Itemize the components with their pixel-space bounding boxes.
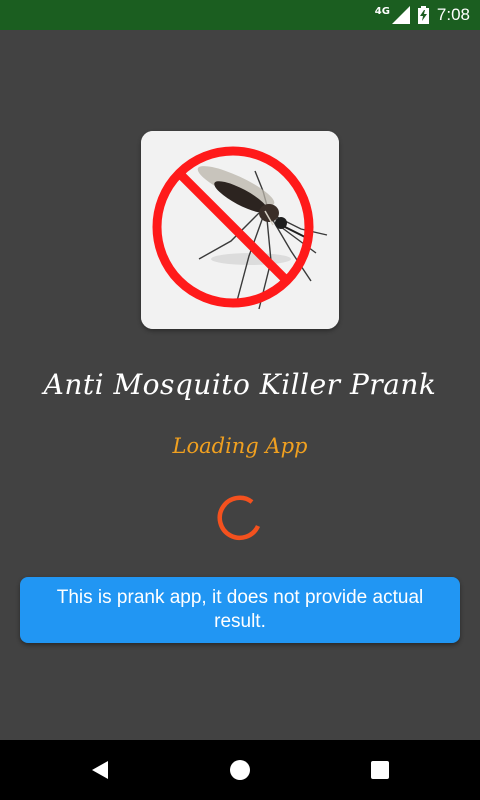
loading-label: Loading App — [172, 434, 308, 458]
app-title: Anti Mosquito Killer Prank — [43, 368, 437, 401]
no-mosquito-icon — [141, 131, 339, 329]
status-bar: 4G 7:08 — [0, 0, 480, 30]
navigation-bar — [0, 740, 480, 800]
prank-disclaimer-toast: This is prank app, it does not provide a… — [20, 577, 460, 643]
home-icon[interactable] — [228, 758, 252, 782]
signal-icon — [391, 6, 410, 24]
battery-charging-icon — [417, 6, 429, 24]
back-icon[interactable] — [88, 758, 112, 782]
splash-screen: Anti Mosquito Killer Prank Loading App T… — [0, 30, 480, 740]
network-type: 4G — [374, 5, 390, 17]
loading-spinner-icon — [217, 495, 261, 541]
clock: 7:08 — [436, 5, 470, 24]
recents-icon[interactable] — [368, 758, 392, 782]
